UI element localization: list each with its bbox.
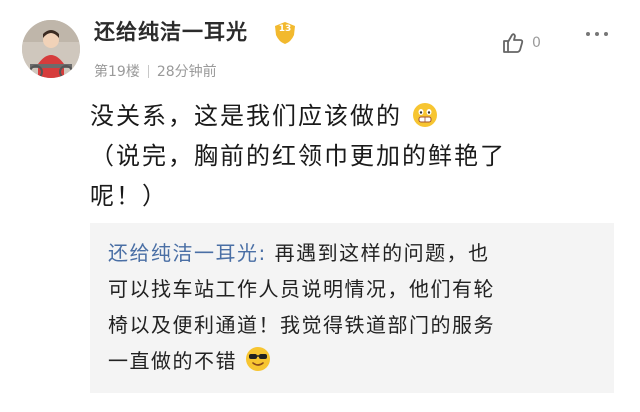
reply-box: 还给纯洁一耳光: 再遇到这样的问题，也 可以找车站工作人员说明情况，他们有轮 椅… [90,223,614,393]
reply-line-1: 再遇到这样的问题，也 [266,241,490,265]
reply-author-link[interactable]: 还给纯洁一耳光: [108,241,267,265]
more-dots-icon [586,32,590,36]
comment-meta: 第19楼 28分钟前 [94,61,217,81]
timestamp: 28分钟前 [156,64,217,80]
avatar[interactable] [22,20,80,78]
comment-line-3: 呢！） [90,182,168,210]
sunglasses-face-icon [245,347,270,371]
like-button[interactable]: 0 [500,30,541,56]
comment-line-2: （说完，胸前的红领巾更加的鲜艳了 [90,142,506,170]
reply-body: 还给纯洁一耳光: 再遇到这样的问题，也 可以找车站工作人员说明情况，他们有轮 椅… [108,235,608,379]
level-number: 13 [278,24,292,34]
more-options-button[interactable] [586,32,608,36]
username[interactable]: 还给纯洁一耳光 [94,16,248,46]
level-badge-icon: 13 [273,21,297,45]
floor-label: 第19楼 [94,64,140,80]
reply-line-4: 一直做的不错 [108,349,237,373]
reply-line-2: 可以找车站工作人员说明情况，他们有轮 [108,277,495,301]
grinning-face-icon [412,103,437,127]
reply-line-3: 椅以及便利通道！我觉得铁道部门的服务 [108,313,495,337]
like-count: 0 [532,35,541,51]
divider [147,65,149,78]
thumbs-up-icon [503,33,524,53]
comment-line-1: 没关系，这是我们应该做的 [90,102,402,130]
comment-body: 没关系，这是我们应该做的 （说完，胸前的红领巾更加的鲜艳了 呢！） [90,96,590,216]
